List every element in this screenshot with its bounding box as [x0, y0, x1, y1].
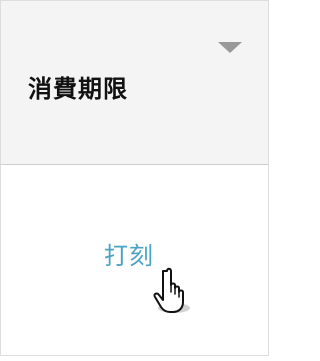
page-edge — [269, 0, 275, 361]
hand-pointer-icon — [153, 267, 190, 313]
expiration-table-fragment: 消費期限 打刻 — [0, 0, 275, 361]
expiration-column-header[interactable]: 消費期限 — [0, 0, 269, 165]
column-header-title: 消費期限 — [28, 75, 128, 103]
punch-link[interactable]: 打刻 — [104, 244, 154, 268]
caret-down-icon[interactable] — [218, 42, 242, 53]
